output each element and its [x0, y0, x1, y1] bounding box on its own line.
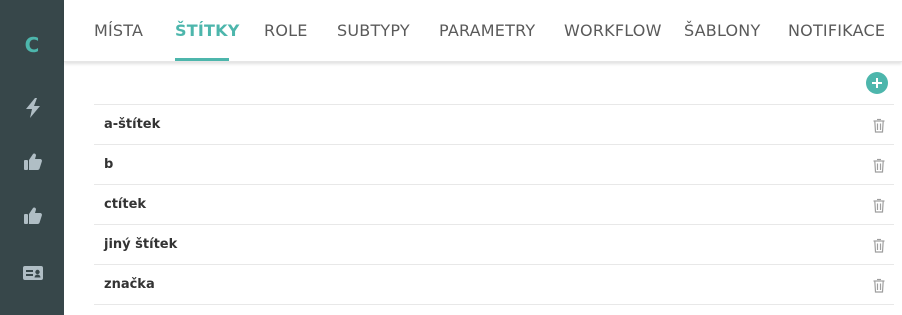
tab-stitky[interactable]: ŠTÍTKY	[175, 0, 240, 62]
tab-bar: MÍSTA ŠTÍTKY ROLE SUBTYPY PARAMETRY WORK…	[64, 0, 902, 62]
list-item[interactable]: značka	[94, 265, 894, 305]
list-item[interactable]: ctítek	[94, 185, 894, 225]
label-name: jiný štítek	[104, 237, 178, 252]
app-logo[interactable]: C	[0, 33, 64, 57]
thumbs-up-icon[interactable]	[22, 205, 44, 227]
tab-mista[interactable]: MÍSTA	[94, 0, 143, 62]
label-name: ctítek	[104, 197, 147, 212]
label-list: a-štítek b ctítek jiný štítek značka	[94, 104, 894, 305]
tab-parametry[interactable]: PARAMETRY	[439, 0, 535, 62]
label-name: značka	[104, 277, 155, 292]
label-name: b	[104, 157, 114, 172]
list-item[interactable]: jiný štítek	[94, 225, 894, 265]
list-item[interactable]: a-štítek	[94, 105, 894, 145]
add-label-button[interactable]	[866, 72, 888, 94]
tab-subtypy[interactable]: SUBTYPY	[337, 0, 410, 62]
tab-role[interactable]: ROLE	[264, 0, 308, 62]
plus-circle-icon	[872, 78, 882, 88]
list-item[interactable]: b	[94, 145, 894, 185]
tab-workflow[interactable]: WORKFLOW	[564, 0, 662, 62]
tab-sablony[interactable]: ŠABLONY	[684, 0, 760, 62]
trash-icon[interactable]	[872, 117, 886, 133]
label-name: a-štítek	[104, 117, 161, 132]
thumbs-up-icon[interactable]	[22, 151, 44, 173]
id-card-icon[interactable]	[22, 262, 44, 284]
trash-icon[interactable]	[872, 237, 886, 253]
trash-icon[interactable]	[872, 197, 886, 213]
trash-icon[interactable]	[872, 277, 886, 293]
lightning-icon[interactable]	[22, 97, 44, 119]
trash-icon[interactable]	[872, 157, 886, 173]
active-tab-indicator	[175, 58, 229, 61]
sidebar: C	[0, 0, 64, 315]
tab-notifikace[interactable]: NOTIFIKACE	[788, 0, 885, 62]
